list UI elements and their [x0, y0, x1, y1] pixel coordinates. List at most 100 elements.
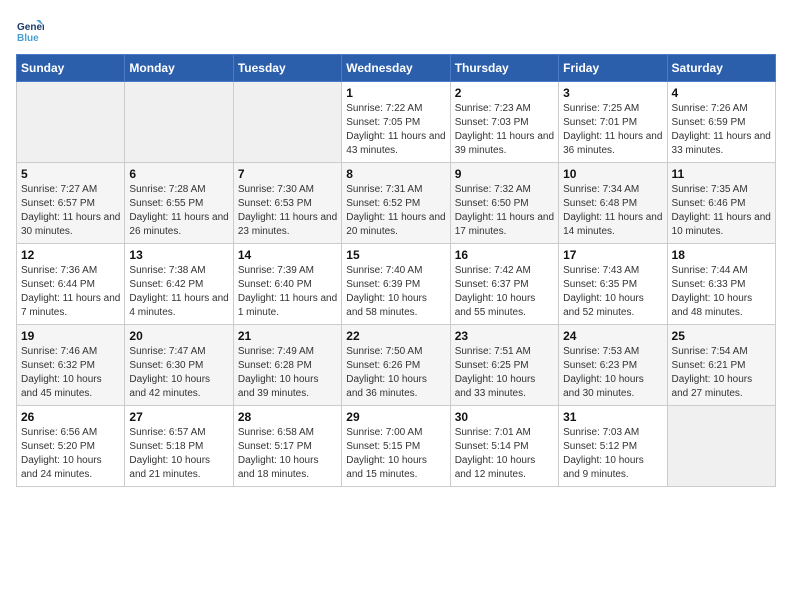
day-number: 15 [346, 248, 445, 262]
day-info: Sunset: 6:21 PM [672, 359, 771, 373]
day-info: Daylight: 10 hours and 58 minutes. [346, 292, 445, 320]
calendar-week: 26Sunrise: 6:56 AMSunset: 5:20 PMDayligh… [17, 406, 776, 487]
day-info: Sunrise: 7:01 AM [455, 426, 554, 440]
day-info: Daylight: 10 hours and 24 minutes. [21, 454, 120, 482]
weekday-header: Saturday [667, 55, 775, 82]
day-info: Sunrise: 7:39 AM [238, 264, 337, 278]
calendar-cell: 30Sunrise: 7:01 AMSunset: 5:14 PMDayligh… [450, 406, 558, 487]
day-number: 30 [455, 410, 554, 424]
day-info: Sunset: 6:28 PM [238, 359, 337, 373]
day-info: Daylight: 10 hours and 33 minutes. [455, 373, 554, 401]
calendar-cell: 11Sunrise: 7:35 AMSunset: 6:46 PMDayligh… [667, 163, 775, 244]
weekday-header: Tuesday [233, 55, 341, 82]
calendar-cell: 16Sunrise: 7:42 AMSunset: 6:37 PMDayligh… [450, 244, 558, 325]
svg-text:Blue: Blue [17, 33, 39, 44]
calendar-cell: 19Sunrise: 7:46 AMSunset: 6:32 PMDayligh… [17, 325, 125, 406]
day-info: Sunset: 5:14 PM [455, 440, 554, 454]
calendar-body: 1Sunrise: 7:22 AMSunset: 7:05 PMDaylight… [17, 82, 776, 487]
calendar-cell [125, 82, 233, 163]
day-number: 27 [129, 410, 228, 424]
day-info: Sunrise: 7:27 AM [21, 183, 120, 197]
day-info: Sunrise: 7:35 AM [672, 183, 771, 197]
calendar-cell: 12Sunrise: 7:36 AMSunset: 6:44 PMDayligh… [17, 244, 125, 325]
day-info: Daylight: 11 hours and 7 minutes. [21, 292, 120, 320]
day-info: Daylight: 11 hours and 39 minutes. [455, 130, 554, 158]
day-number: 17 [563, 248, 662, 262]
day-info: Daylight: 11 hours and 20 minutes. [346, 211, 445, 239]
calendar-cell: 5Sunrise: 7:27 AMSunset: 6:57 PMDaylight… [17, 163, 125, 244]
day-info: Sunrise: 7:26 AM [672, 102, 771, 116]
day-info: Sunset: 7:05 PM [346, 116, 445, 130]
day-info: Sunset: 5:15 PM [346, 440, 445, 454]
day-number: 18 [672, 248, 771, 262]
day-info: Sunset: 6:55 PM [129, 197, 228, 211]
day-info: Daylight: 10 hours and 48 minutes. [672, 292, 771, 320]
day-info: Sunset: 6:52 PM [346, 197, 445, 211]
weekday-header: Sunday [17, 55, 125, 82]
day-number: 28 [238, 410, 337, 424]
day-number: 31 [563, 410, 662, 424]
day-info: Daylight: 10 hours and 52 minutes. [563, 292, 662, 320]
day-info: Sunset: 5:20 PM [21, 440, 120, 454]
day-info: Sunrise: 7:32 AM [455, 183, 554, 197]
day-info: Sunset: 6:53 PM [238, 197, 337, 211]
day-info: Daylight: 11 hours and 30 minutes. [21, 211, 120, 239]
day-number: 7 [238, 167, 337, 181]
day-info: Daylight: 10 hours and 45 minutes. [21, 373, 120, 401]
day-number: 9 [455, 167, 554, 181]
day-info: Sunrise: 7:54 AM [672, 345, 771, 359]
day-info: Sunrise: 7:36 AM [21, 264, 120, 278]
calendar-cell: 2Sunrise: 7:23 AMSunset: 7:03 PMDaylight… [450, 82, 558, 163]
calendar-cell: 25Sunrise: 7:54 AMSunset: 6:21 PMDayligh… [667, 325, 775, 406]
day-info: Daylight: 10 hours and 18 minutes. [238, 454, 337, 482]
day-info: Sunrise: 7:25 AM [563, 102, 662, 116]
day-number: 3 [563, 86, 662, 100]
calendar-cell: 1Sunrise: 7:22 AMSunset: 7:05 PMDaylight… [342, 82, 450, 163]
calendar-cell: 10Sunrise: 7:34 AMSunset: 6:48 PMDayligh… [559, 163, 667, 244]
day-info: Sunrise: 7:46 AM [21, 345, 120, 359]
day-info: Sunrise: 7:53 AM [563, 345, 662, 359]
day-number: 14 [238, 248, 337, 262]
day-info: Daylight: 10 hours and 42 minutes. [129, 373, 228, 401]
day-info: Sunset: 6:33 PM [672, 278, 771, 292]
day-info: Sunrise: 7:23 AM [455, 102, 554, 116]
logo: General Blue [16, 16, 48, 44]
calendar-table: SundayMondayTuesdayWednesdayThursdayFrid… [16, 54, 776, 487]
day-info: Sunset: 7:01 PM [563, 116, 662, 130]
day-info: Daylight: 10 hours and 30 minutes. [563, 373, 662, 401]
day-info: Sunrise: 7:28 AM [129, 183, 228, 197]
day-info: Sunrise: 7:38 AM [129, 264, 228, 278]
day-info: Daylight: 10 hours and 39 minutes. [238, 373, 337, 401]
calendar-cell: 24Sunrise: 7:53 AMSunset: 6:23 PMDayligh… [559, 325, 667, 406]
calendar-week: 5Sunrise: 7:27 AMSunset: 6:57 PMDaylight… [17, 163, 776, 244]
day-info: Sunset: 6:26 PM [346, 359, 445, 373]
day-number: 23 [455, 329, 554, 343]
day-info: Daylight: 11 hours and 43 minutes. [346, 130, 445, 158]
weekday-header: Thursday [450, 55, 558, 82]
weekday-header-row: SundayMondayTuesdayWednesdayThursdayFrid… [17, 55, 776, 82]
calendar-cell: 9 Sunrise: 7:32 AMSunset: 6:50 PMDaylight… [450, 163, 558, 244]
day-info: Sunset: 6:39 PM [346, 278, 445, 292]
calendar-cell: 22Sunrise: 7:50 AMSunset: 6:26 PMDayligh… [342, 325, 450, 406]
day-info: Sunrise: 6:57 AM [129, 426, 228, 440]
day-info: Sunrise: 7:47 AM [129, 345, 228, 359]
day-number: 26 [21, 410, 120, 424]
day-info: Sunset: 6:59 PM [672, 116, 771, 130]
page-header: General Blue [16, 16, 776, 44]
day-info: Sunset: 6:50 PM [455, 197, 554, 211]
calendar-cell: 8Sunrise: 7:31 AMSunset: 6:52 PMDaylight… [342, 163, 450, 244]
day-info: Daylight: 11 hours and 17 minutes. [455, 211, 554, 239]
day-info: Sunset: 6:57 PM [21, 197, 120, 211]
day-number: 20 [129, 329, 228, 343]
day-info: Daylight: 11 hours and 36 minutes. [563, 130, 662, 158]
day-info: Daylight: 10 hours and 9 minutes. [563, 454, 662, 482]
calendar-week: 12Sunrise: 7:36 AMSunset: 6:44 PMDayligh… [17, 244, 776, 325]
weekday-header: Friday [559, 55, 667, 82]
day-info: Daylight: 11 hours and 23 minutes. [238, 211, 337, 239]
calendar-cell: 15Sunrise: 7:40 AMSunset: 6:39 PMDayligh… [342, 244, 450, 325]
day-info: Sunrise: 7:34 AM [563, 183, 662, 197]
day-info: Daylight: 10 hours and 36 minutes. [346, 373, 445, 401]
day-info: Sunrise: 7:44 AM [672, 264, 771, 278]
day-info: Sunrise: 6:56 AM [21, 426, 120, 440]
day-info: Sunset: 6:25 PM [455, 359, 554, 373]
